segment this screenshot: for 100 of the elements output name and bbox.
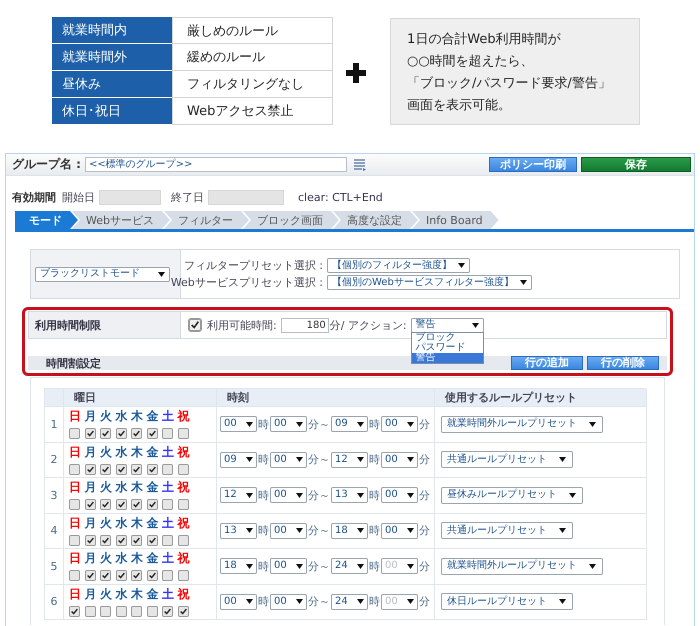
checkbox[interactable]: [162, 428, 174, 440]
checkbox[interactable]: [131, 428, 142, 440]
checkbox[interactable]: [116, 428, 127, 440]
checkbox[interactable]: [146, 428, 158, 440]
checkbox[interactable]: [69, 570, 80, 582]
tab[interactable]: モード: [15, 211, 78, 229]
action-dropdown[interactable]: 警告: [410, 318, 484, 333]
checkbox[interactable]: [116, 464, 127, 475]
checkbox[interactable]: [116, 534, 127, 546]
time-dropdown[interactable]: 13: [220, 522, 257, 539]
time-dropdown[interactable]: 09: [220, 452, 257, 468]
time-dropdown[interactable]: 18: [331, 522, 368, 539]
start-date-field[interactable]: [99, 190, 161, 204]
time-dropdown[interactable]: 00: [270, 487, 307, 504]
checkbox[interactable]: [131, 464, 142, 475]
tab[interactable]: ブロック画面: [242, 211, 339, 229]
checkbox[interactable]: [84, 499, 96, 510]
preset-dropdown[interactable]: 昼休みルールプリセット: [441, 486, 583, 504]
time-dropdown[interactable]: 18: [220, 558, 257, 574]
checkbox[interactable]: [162, 464, 174, 475]
checkbox[interactable]: [162, 534, 174, 546]
checkbox[interactable]: [162, 606, 174, 617]
checkbox[interactable]: [84, 606, 96, 617]
checkbox[interactable]: [100, 570, 112, 582]
time-dropdown[interactable]: 12: [331, 452, 368, 468]
checkbox[interactable]: [178, 464, 189, 475]
checkbox[interactable]: [116, 570, 127, 582]
checkbox[interactable]: [100, 606, 112, 617]
time-dropdown[interactable]: 00: [381, 416, 418, 432]
checkbox[interactable]: [84, 464, 96, 475]
checkbox[interactable]: [189, 319, 201, 331]
checkbox[interactable]: [131, 534, 142, 546]
checkbox[interactable]: [146, 464, 158, 475]
preset-dropdown[interactable]: 就業時間外ルールプリセット: [441, 416, 603, 433]
checkbox[interactable]: [100, 428, 112, 440]
checkbox[interactable]: [146, 606, 158, 617]
time-dropdown[interactable]: 00: [381, 487, 418, 504]
save-button[interactable]: 保存: [581, 157, 691, 172]
preset-dropdown[interactable]: 【個別のWebサービスフィルター強度】: [327, 275, 532, 290]
checkbox[interactable]: [178, 534, 189, 546]
checkbox[interactable]: [100, 499, 112, 510]
checkbox[interactable]: [146, 570, 158, 582]
checkbox[interactable]: [69, 428, 80, 440]
checkbox[interactable]: [69, 534, 80, 546]
minutes-field[interactable]: 180: [280, 318, 329, 332]
checkbox[interactable]: [84, 570, 96, 582]
checkbox[interactable]: [131, 606, 142, 617]
checkbox[interactable]: [162, 570, 174, 582]
time-dropdown[interactable]: 00: [270, 416, 307, 432]
time-dropdown[interactable]: 13: [331, 487, 368, 504]
time-dropdown[interactable]: 24: [331, 594, 368, 610]
checkbox[interactable]: [178, 428, 189, 440]
preset-dropdown[interactable]: 就業時間外ルールプリセット: [441, 558, 603, 575]
tab[interactable]: 高度な設定: [332, 211, 418, 229]
list-icon[interactable]: [352, 158, 367, 172]
caret-icon: [246, 457, 253, 462]
time-dropdown[interactable]: 00: [270, 594, 307, 610]
time-dropdown[interactable]: 00: [381, 522, 418, 539]
tab[interactable]: Webサービス: [72, 211, 170, 229]
checkbox[interactable]: [100, 464, 112, 475]
checkbox[interactable]: [162, 499, 174, 510]
checkbox[interactable]: [178, 570, 189, 582]
time-dropdown[interactable]: 00: [270, 452, 307, 468]
tab[interactable]: Info Board: [412, 211, 499, 229]
mode-dropdown[interactable]: ブラックリストモード: [35, 266, 170, 282]
checkbox[interactable]: [116, 499, 127, 510]
preset-dropdown[interactable]: 共通ルールプリセット: [441, 451, 573, 468]
checkbox[interactable]: [131, 570, 142, 582]
checkbox[interactable]: [69, 499, 80, 510]
checkbox[interactable]: [116, 606, 127, 617]
checkbox[interactable]: [131, 499, 142, 510]
dropdown-option[interactable]: ブロック: [412, 333, 483, 344]
checkbox[interactable]: [69, 464, 80, 475]
checkbox[interactable]: [178, 606, 189, 617]
time-dropdown[interactable]: 00: [220, 416, 257, 432]
time-dropdown[interactable]: 09: [331, 416, 368, 432]
day-label: 土: [162, 480, 174, 494]
checkbox[interactable]: [146, 534, 158, 546]
time-dropdown[interactable]: 00: [270, 522, 307, 539]
time-dropdown[interactable]: 00: [381, 452, 418, 468]
checkbox[interactable]: [178, 499, 189, 510]
row-number: 3: [45, 478, 64, 514]
preset-dropdown[interactable]: 共通ルールプリセット: [441, 522, 573, 540]
time-dropdown[interactable]: 00: [220, 594, 257, 610]
preset-dropdown[interactable]: 休日ルールプリセット: [441, 593, 573, 610]
dropdown-option[interactable]: パスワード: [412, 343, 483, 354]
checkbox[interactable]: [84, 428, 96, 440]
checkbox[interactable]: [100, 534, 112, 546]
checkbox[interactable]: [146, 499, 158, 510]
time-dropdown[interactable]: 00: [270, 558, 307, 574]
time-dropdown[interactable]: 24: [331, 558, 368, 574]
checkbox[interactable]: [69, 606, 80, 617]
time-unit: 分～: [308, 488, 330, 503]
time-dropdown[interactable]: 12: [220, 487, 257, 504]
time-unit: 時: [369, 523, 380, 538]
tab[interactable]: フィルター: [164, 211, 249, 229]
end-date-field[interactable]: [208, 190, 284, 204]
group-name-field[interactable]: <<標準のグループ>>: [84, 157, 347, 172]
preset-dropdown[interactable]: 【個別のフィルター強度】: [327, 258, 470, 273]
checkbox[interactable]: [84, 534, 96, 546]
